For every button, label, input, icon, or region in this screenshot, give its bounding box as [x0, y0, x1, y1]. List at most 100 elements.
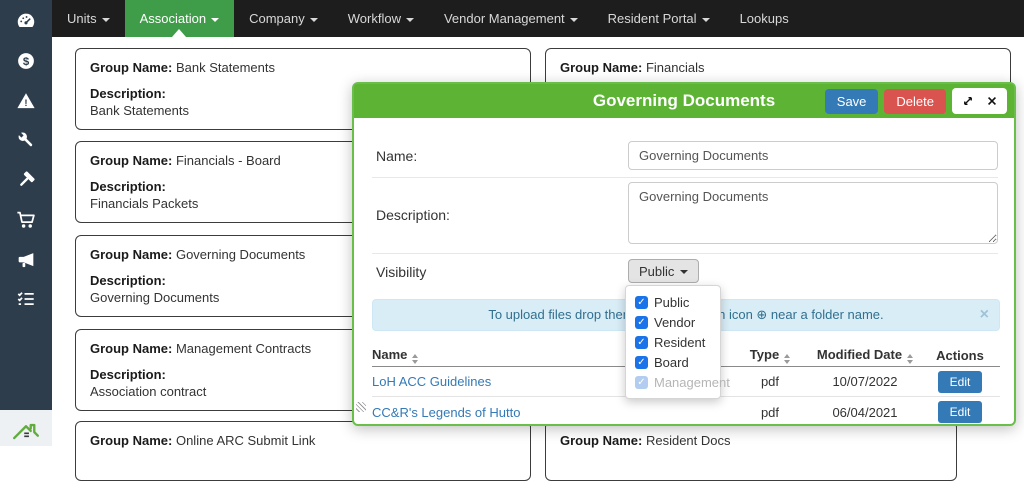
modal-body: Name: Description: Governing Documents V…: [354, 118, 1014, 424]
close-icon[interactable]: [985, 95, 998, 108]
wrench-icon[interactable]: [0, 123, 52, 157]
chevron-down-icon: [211, 18, 219, 22]
svg-text:!: !: [24, 98, 27, 109]
group-name-label: Group Name:: [560, 60, 642, 75]
visibility-value: Public: [639, 264, 674, 279]
edit-button[interactable]: Edit: [938, 371, 983, 393]
expand-icon[interactable]: [961, 95, 974, 108]
document-modified-date: 06/04/2021: [810, 405, 920, 420]
option-label: Board: [654, 355, 689, 370]
sort-icon: [412, 354, 418, 364]
visibility-option-vendor[interactable]: Vendor: [626, 312, 720, 332]
group-name-line: Group Name: Bank Statements: [90, 60, 516, 75]
alerts-warning-icon[interactable]: !: [0, 84, 52, 118]
nav-item-lookups[interactable]: Lookups: [725, 0, 804, 37]
column-header-actions: Actions: [920, 348, 1000, 363]
document-link[interactable]: LoH ACC Guidelines: [372, 374, 491, 389]
top-navbar: Units Association Company Workflow Vendo…: [52, 0, 1024, 37]
chevron-down-icon: [570, 18, 578, 22]
nav-label: Workflow: [348, 11, 401, 26]
svg-text:$: $: [23, 56, 30, 68]
checkbox-checked-icon[interactable]: [635, 336, 648, 349]
column-header-modified-date[interactable]: Modified Date: [810, 347, 920, 364]
nav-label: Company: [249, 11, 305, 26]
option-label: Vendor: [654, 315, 695, 330]
group-name-value: Governing Documents: [176, 247, 305, 262]
sort-icon: [907, 354, 913, 364]
visibility-dropdown-button[interactable]: Public: [628, 259, 699, 283]
description-textarea[interactable]: Governing Documents: [628, 182, 998, 244]
group-name-label: Group Name:: [90, 341, 172, 356]
option-label: Management: [654, 375, 730, 390]
nav-item-units[interactable]: Units: [52, 0, 125, 37]
document-link[interactable]: CC&R's Legends of Hutto: [372, 405, 520, 420]
delete-button[interactable]: Delete: [884, 89, 946, 114]
save-button[interactable]: Save: [825, 89, 879, 114]
sort-icon: [784, 354, 790, 364]
nav-label: Resident Portal: [608, 11, 697, 26]
app-logo-area: [0, 410, 52, 446]
billing-dollar-icon[interactable]: $: [0, 44, 52, 78]
checkbox-checked-disabled-icon: [635, 376, 648, 389]
column-label: Type: [750, 347, 779, 362]
info-dismiss-icon[interactable]: ×: [980, 306, 989, 324]
checkbox-checked-icon[interactable]: [635, 356, 648, 369]
chevron-down-icon: [102, 18, 110, 22]
group-name-value: Financials - Board: [176, 153, 281, 168]
document-type: pdf: [730, 405, 810, 420]
divider: [372, 253, 998, 254]
table-row: CC&R's Legends of Hutto pdf 06/04/2021 E…: [372, 397, 1000, 427]
nav-item-vendor-management[interactable]: Vendor Management: [429, 0, 593, 37]
chevron-down-icon: [406, 18, 414, 22]
nav-label: Units: [67, 11, 97, 26]
column-header-type[interactable]: Type: [730, 347, 810, 364]
divider: [372, 177, 998, 178]
document-type: pdf: [730, 374, 810, 389]
window-controls: [952, 88, 1007, 114]
nav-item-association[interactable]: Association: [125, 0, 234, 37]
document-modified-date: 10/07/2022: [810, 374, 920, 389]
checkbox-checked-icon[interactable]: [635, 296, 648, 309]
option-label: Public: [654, 295, 689, 310]
nav-item-workflow[interactable]: Workflow: [333, 0, 429, 37]
visibility-option-management: Management: [626, 372, 720, 392]
modal-header: Governing Documents Save Delete: [354, 84, 1014, 118]
group-card-resident-docs[interactable]: Group Name: Resident Docs: [545, 421, 957, 481]
modal-header-actions: Save Delete: [825, 88, 1007, 114]
checklist-icon[interactable]: [0, 282, 52, 316]
nav-label: Lookups: [740, 11, 789, 26]
left-sidebar: $ !: [0, 0, 52, 410]
visibility-dropdown-menu: Public Vendor Resident Board Management: [625, 285, 721, 399]
governing-documents-modal: Governing Documents Save Delete Name: De…: [352, 82, 1016, 426]
visibility-option-public[interactable]: Public: [626, 292, 720, 312]
column-label: Actions: [936, 348, 984, 363]
group-name-value: Management Contracts: [176, 341, 311, 356]
option-label: Resident: [654, 335, 705, 350]
resize-handle[interactable]: [356, 402, 366, 412]
megaphone-icon[interactable]: [0, 243, 52, 277]
group-name-label: Group Name:: [90, 60, 172, 75]
nav-item-company[interactable]: Company: [234, 0, 333, 37]
nav-item-resident-portal[interactable]: Resident Portal: [593, 0, 725, 37]
group-name-value: Bank Statements: [176, 60, 275, 75]
home-logo-icon[interactable]: [11, 415, 41, 441]
group-name-label: Group Name:: [90, 153, 172, 168]
name-input[interactable]: [628, 141, 998, 170]
group-card-online-arc-submit-link[interactable]: Group Name: Online ARC Submit Link: [75, 421, 531, 481]
column-label: Name: [372, 347, 407, 362]
checkbox-checked-icon[interactable]: [635, 316, 648, 329]
hammer-icon[interactable]: [0, 163, 52, 197]
visibility-option-board[interactable]: Board: [626, 352, 720, 372]
dashboard-gauge-icon[interactable]: [0, 4, 52, 38]
cart-icon[interactable]: [0, 203, 52, 237]
column-label: Modified Date: [817, 347, 902, 362]
description-label: Description:: [376, 207, 450, 223]
edit-button[interactable]: Edit: [938, 401, 983, 423]
name-label: Name:: [376, 148, 417, 164]
chevron-down-icon: [680, 270, 688, 274]
group-name-value: Financials: [646, 60, 705, 75]
group-name-label: Group Name:: [90, 247, 172, 262]
group-name-line: Group Name: Financials: [560, 60, 996, 75]
visibility-option-resident[interactable]: Resident: [626, 332, 720, 352]
nav-label: Association: [140, 11, 206, 26]
